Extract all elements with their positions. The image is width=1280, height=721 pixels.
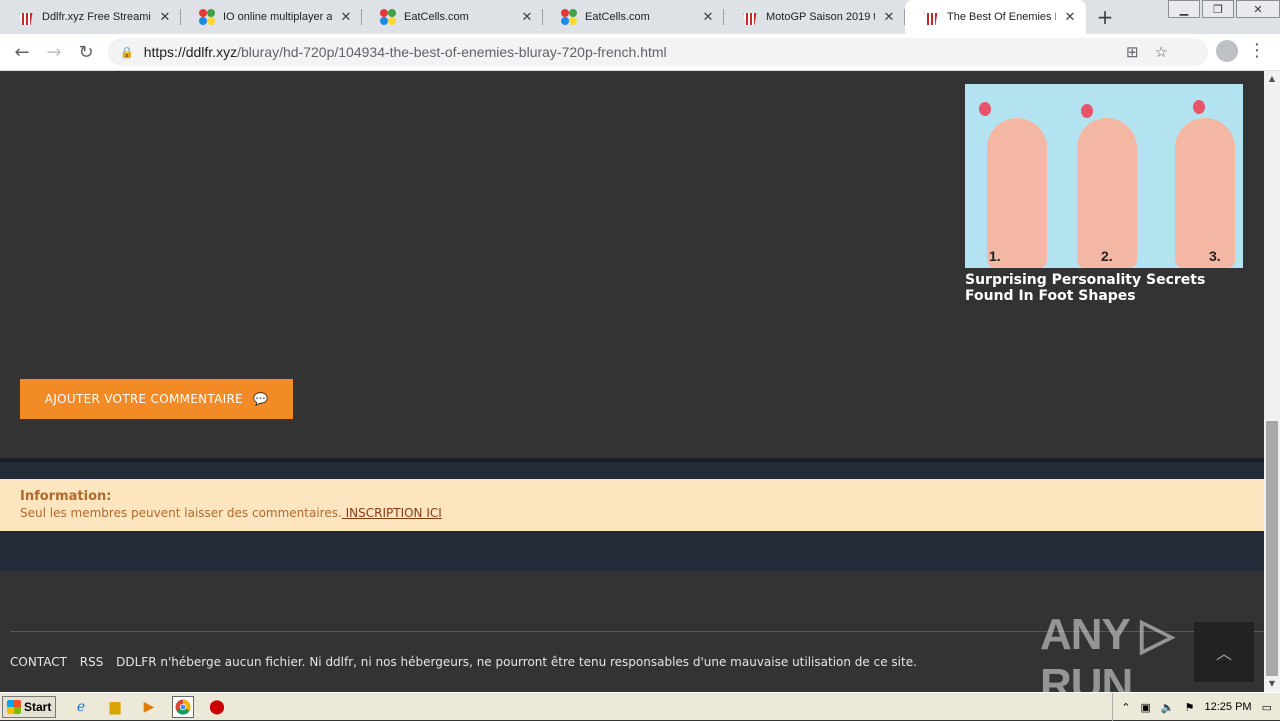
tab-title: IO online multiplayer act xyxy=(223,11,332,23)
tab-title: MotoGP Saison 2019 télé xyxy=(766,11,875,23)
scrollbar-thumb[interactable] xyxy=(1266,421,1278,676)
foot-shape xyxy=(1077,118,1137,268)
system-tray: ⌃ ▣ 🔈 ⚑ 12:25 PM ▭ xyxy=(1112,693,1280,721)
folder-icon[interactable]: ▆ xyxy=(104,696,126,718)
tab-4[interactable]: EatCells.com ✕ xyxy=(543,0,724,34)
ie-icon[interactable]: ℯ xyxy=(70,696,92,718)
tab-3[interactable]: EatCells.com ✕ xyxy=(362,0,543,34)
toe-nail xyxy=(1081,104,1093,118)
window-close-icon[interactable]: ✕ xyxy=(1236,0,1280,18)
tab-title: The Best Of Enemies BLU xyxy=(947,11,1056,23)
close-icon[interactable]: ✕ xyxy=(338,9,354,25)
start-button[interactable]: Start xyxy=(2,695,56,718)
flag-icon[interactable]: ⚑ xyxy=(1185,701,1195,714)
close-icon[interactable]: ✕ xyxy=(157,9,173,25)
popcorn-icon xyxy=(924,13,938,25)
tab-1[interactable]: Ddlfr.xyz Free Streaming ✕ xyxy=(0,0,181,34)
translate-icon[interactable]: ⊞ xyxy=(1126,43,1139,61)
chrome-icon[interactable] xyxy=(172,695,194,718)
tab-6-active[interactable]: The Best Of Enemies BLU ✕ xyxy=(905,0,1086,34)
back-arrow-icon[interactable]: ← xyxy=(6,36,38,68)
page-scrollbar[interactable]: ▲ ▼ xyxy=(1264,71,1280,692)
ad-number: 2. xyxy=(1101,248,1113,264)
url-host: https://ddlfr.xyz xyxy=(143,44,238,60)
scroll-up-arrow-icon[interactable]: ▲ xyxy=(1264,71,1280,87)
bookmark-star-icon[interactable]: ☆ xyxy=(1155,43,1168,61)
page-content: 1. 2. 3. Surprising Personality Secrets … xyxy=(0,71,1264,692)
comments-icon: 💬 xyxy=(252,392,269,406)
contact-link[interactable]: CONTACT xyxy=(10,655,67,669)
opera-icon[interactable]: ⬤ xyxy=(206,696,228,718)
window-controls: ▁ ❐ ✕ xyxy=(1166,0,1280,18)
reload-icon[interactable]: ↻ xyxy=(70,36,102,68)
forward-arrow-icon[interactable]: → xyxy=(38,36,70,68)
navy-band xyxy=(0,462,1264,479)
close-icon[interactable]: ✕ xyxy=(700,9,716,25)
close-icon[interactable]: ✕ xyxy=(1062,9,1078,25)
anyrun-watermark: ANY ▷ RUN xyxy=(1040,610,1174,692)
url-path: /bluray/hd-720p/104934-the-best-of-enemi… xyxy=(237,44,667,60)
taskbar: Start ℯ ▆ ▶ ⬤ ⌃ ▣ 🔈 ⚑ 12:25 PM ▭ xyxy=(0,692,1280,721)
lock-icon: 🔒 xyxy=(120,46,134,59)
footer: CONTACT RSS DDLFR n'héberge aucun fichie… xyxy=(10,655,926,669)
chrome-logo xyxy=(175,698,191,715)
foot-shape xyxy=(1175,118,1235,268)
profile-avatar-icon[interactable] xyxy=(1216,40,1238,62)
tab-5[interactable]: MotoGP Saison 2019 télé ✕ xyxy=(724,0,905,34)
new-tab-button[interactable]: + xyxy=(1090,0,1120,34)
popcorn-icon xyxy=(19,13,33,25)
address-bar[interactable]: 🔒 https://ddlfr.xyz/bluray/hd-720p/10493… xyxy=(108,38,1208,66)
tab-title: EatCells.com xyxy=(404,11,469,23)
minimize-icon[interactable]: ▁ xyxy=(1168,0,1200,18)
foot-shape xyxy=(987,118,1047,268)
volume-icon[interactable]: 🔈 xyxy=(1161,701,1175,714)
info-heading: Information: xyxy=(20,489,112,504)
windows-logo-icon xyxy=(7,699,21,714)
clock[interactable]: 12:25 PM xyxy=(1205,701,1252,713)
close-icon[interactable]: ✕ xyxy=(881,9,897,25)
ad-number: 1. xyxy=(989,248,1001,264)
tab-2[interactable]: IO online multiplayer act ✕ xyxy=(181,0,362,34)
eatcells-icon xyxy=(561,9,577,25)
show-desktop-icon[interactable]: ▭ xyxy=(1262,701,1272,714)
browser-toolbar: ← → ↻ 🔒 https://ddlfr.xyz/bluray/hd-720p… xyxy=(0,34,1280,71)
rss-link[interactable]: RSS xyxy=(80,655,104,669)
tab-strip: Ddlfr.xyz Free Streaming ✕ IO online mul… xyxy=(0,0,1280,34)
close-icon[interactable]: ✕ xyxy=(519,9,535,25)
toe-nail xyxy=(979,102,991,116)
add-comment-button[interactable]: AJOUTER VOTRE COMMENTAIRE 💬 xyxy=(20,379,293,419)
media-player-icon[interactable]: ▶ xyxy=(138,696,160,718)
toe-nail xyxy=(1193,100,1205,114)
network-icon[interactable]: ▣ xyxy=(1141,701,1151,714)
tray-expand-icon[interactable]: ⌃ xyxy=(1121,701,1130,714)
restore-icon[interactable]: ❐ xyxy=(1202,0,1234,18)
navy-band xyxy=(0,531,1264,571)
eatcells-icon xyxy=(380,9,396,25)
tab-title: Ddlfr.xyz Free Streaming xyxy=(42,11,151,23)
ad-title-link[interactable]: Surprising Personality Secrets Found In … xyxy=(965,272,1255,304)
scroll-down-arrow-icon[interactable]: ▼ xyxy=(1264,676,1280,692)
eatcells-icon xyxy=(199,9,215,25)
info-alert: Information: Seul les membres peuvent la… xyxy=(0,479,1264,531)
tab-title: EatCells.com xyxy=(585,11,650,23)
popcorn-icon xyxy=(743,13,757,25)
ad-number: 3. xyxy=(1209,248,1221,264)
info-message: Seul les membres peuvent laisser des com… xyxy=(20,506,342,520)
footer-disclaimer: DDLFR n'héberge aucun fichier. Ni ddlfr,… xyxy=(116,655,917,669)
ad-image[interactable]: 1. 2. 3. xyxy=(965,84,1243,268)
add-comment-label: AJOUTER VOTRE COMMENTAIRE xyxy=(44,392,243,406)
menu-kebab-icon[interactable]: ⋮ xyxy=(1248,40,1266,61)
register-link[interactable]: INSCRIPTION ICI xyxy=(342,506,442,520)
start-label: Start xyxy=(24,699,52,714)
